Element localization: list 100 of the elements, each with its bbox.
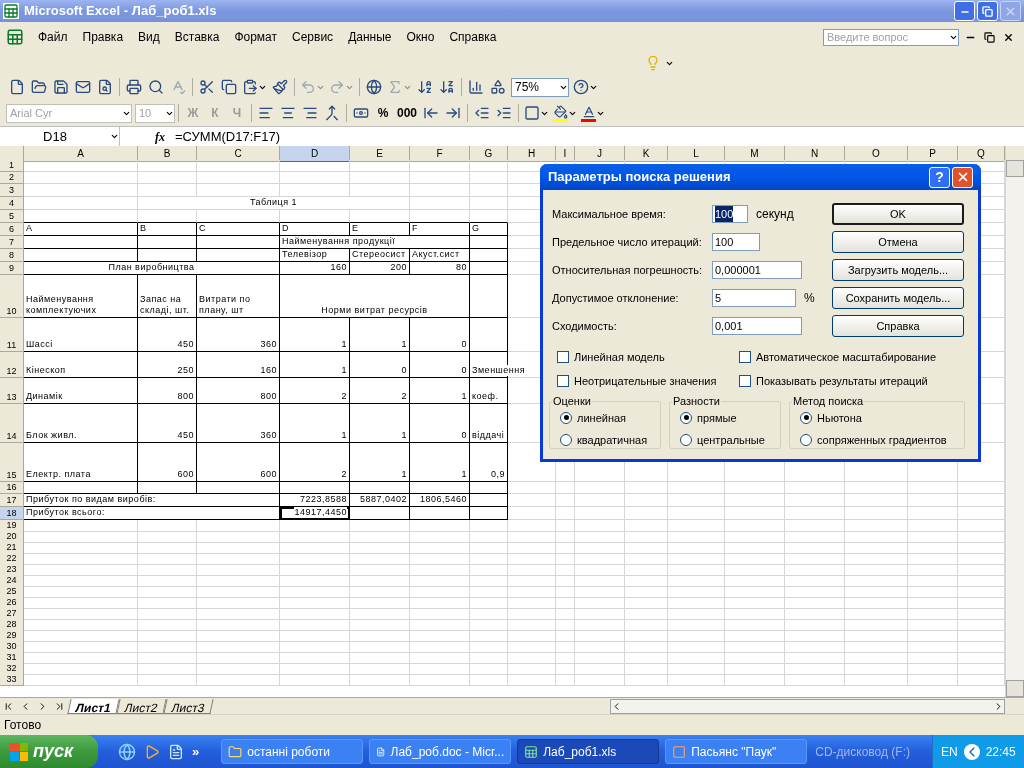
help-button[interactable]: ? [929,166,950,188]
start-button[interactable]: пуск [0,735,98,768]
last-sheet-icon[interactable] [54,700,65,712]
dialog-button[interactable]: OK [832,203,964,225]
column-header[interactable]: E [350,146,410,162]
menu-item[interactable]: Вид [132,26,166,48]
menu-item[interactable]: Правка [76,26,130,48]
input-field[interactable]: 100 [712,233,760,251]
row-header[interactable]: 3 [0,184,24,197]
input-field[interactable]: 0,000001 [712,261,802,279]
row-header[interactable]: 14 [0,404,24,443]
taskbar-button[interactable]: Лаб_роб.doc - Micr... [369,739,512,764]
row-header[interactable]: 18 [0,507,24,520]
column-header[interactable]: P [908,146,958,162]
input-field[interactable]: 0,001 [712,317,802,335]
sheet-tab[interactable]: Лист3 [163,698,214,714]
menu-item[interactable]: Вставка [168,26,226,48]
dialog-button[interactable]: Отмена [832,231,964,253]
column-header[interactable]: M [725,146,785,162]
radio-option[interactable]: квадратичная [560,432,650,449]
checkbox[interactable]: Линейная модель [557,349,739,366]
radio-option[interactable]: линейная [560,409,650,426]
minimize-button[interactable] [954,1,975,21]
row-header[interactable]: 19 [0,520,24,532]
column-header[interactable]: N [785,146,845,162]
input-field[interactable]: 5 [712,289,796,307]
media-player-icon[interactable] [144,743,160,760]
row-header[interactable]: 10 [0,275,24,318]
row-header[interactable]: 31 [0,652,24,664]
dialog-button[interactable]: Справка [832,315,964,337]
dialog-button[interactable]: Сохранить модель... [832,287,964,309]
row-header[interactable]: 15 [0,443,24,482]
row-header[interactable]: 6 [0,223,24,236]
radio-option[interactable]: прямые [680,409,770,426]
column-header[interactable]: F [410,146,470,162]
formula-field[interactable]: =СУММ(D17:F17) [175,126,280,147]
restore-icon[interactable] [984,31,995,43]
row-header[interactable]: 9 [0,262,24,275]
row-header[interactable]: 25 [0,586,24,598]
browser-icon[interactable] [118,742,136,761]
toolbar-button[interactable]: % [372,102,394,124]
row-header[interactable]: 21 [0,542,24,554]
menu-item[interactable]: Формат [228,26,284,48]
column-header[interactable]: B [138,146,197,162]
column-header[interactable]: A [24,146,138,162]
menu-item[interactable]: Сервис [286,26,340,48]
row-header[interactable]: 33 [0,674,24,686]
restore-button[interactable] [977,1,998,21]
row-header[interactable]: 20 [0,531,24,543]
vertical-scrollbar[interactable] [1005,146,1024,697]
first-sheet-icon[interactable] [3,700,14,712]
menu-item[interactable]: Окно [400,26,441,48]
row-header[interactable]: 28 [0,619,24,631]
chevron-button[interactable]: » [192,741,200,762]
checkbox[interactable]: Неотрицательные значения [557,372,739,389]
row-header[interactable]: 13 [0,378,24,404]
column-header[interactable]: C [197,146,280,162]
menu-item[interactable]: Данные [342,26,398,48]
radio-option[interactable]: центральные [680,432,770,449]
document-icon[interactable] [168,743,184,760]
close-icon[interactable] [1003,31,1014,43]
row-header[interactable]: 29 [0,630,24,642]
column-header[interactable]: J [575,146,625,162]
dialog-button[interactable]: Загрузить модель... [832,259,964,281]
column-header[interactable]: O [845,146,908,162]
checkbox[interactable]: Показывать результаты итераций [739,372,978,389]
radio-option[interactable]: сопряженных градиентов [800,432,954,449]
menu-item[interactable]: Справка [443,26,503,48]
row-header[interactable]: 12 [0,352,24,378]
row-header[interactable]: 11 [0,318,24,352]
taskbar-button[interactable]: Лаб_роб1.xls [517,739,660,764]
row-header[interactable]: 32 [0,663,24,675]
toolbar-button[interactable]: 000 [394,102,421,124]
row-header[interactable]: 2 [0,172,24,184]
row-header[interactable]: 27 [0,608,24,620]
row-header[interactable]: 16 [0,482,24,494]
row-header[interactable]: 30 [0,641,24,653]
menu-item[interactable]: Файл [32,26,74,48]
row-header[interactable]: 22 [0,553,24,565]
row-header[interactable]: 7 [0,236,24,249]
horizontal-scrollbar[interactable] [610,698,1005,714]
row-header[interactable]: 4 [0,197,24,210]
zoom-combo[interactable]: 75% [511,77,569,97]
column-header[interactable]: I [556,146,575,162]
row-header[interactable]: 24 [0,575,24,587]
row-header[interactable]: 26 [0,597,24,609]
row-header[interactable]: 17 [0,494,24,507]
row-header[interactable]: 5 [0,210,24,223]
column-header[interactable]: H [508,146,556,162]
row-header[interactable]: 1 [0,160,24,172]
column-header[interactable]: D [280,146,350,162]
column-header[interactable]: L [668,146,725,162]
checkbox[interactable]: Автоматическое масштабирование [739,349,978,366]
row-header[interactable]: 8 [0,249,24,262]
expand-tray-icon[interactable] [963,743,980,760]
radio-option[interactable]: Ньютона [800,409,954,426]
sheet-tab[interactable]: Лист2 [116,698,167,714]
column-header[interactable]: K [625,146,668,162]
taskbar-button[interactable]: останні роботи [221,739,364,764]
taskbar-button[interactable]: Пасьянс "Паук" [665,739,808,764]
